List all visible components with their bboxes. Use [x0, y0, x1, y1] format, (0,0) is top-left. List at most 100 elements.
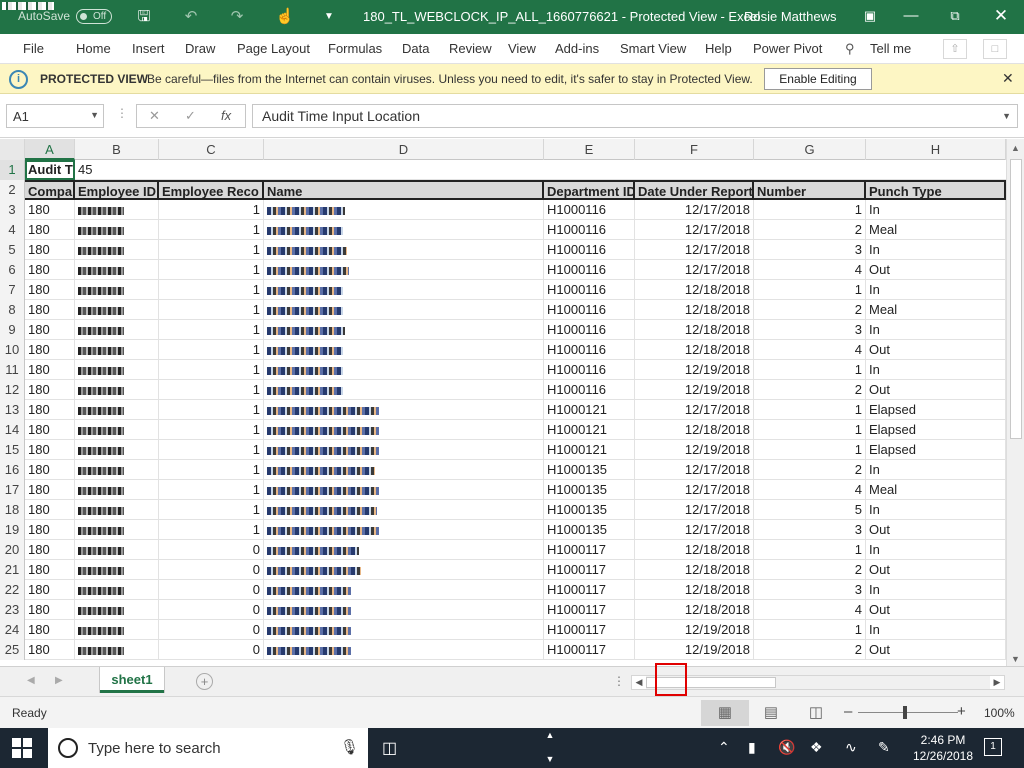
cell-department-id[interactable]: H1000116 [544, 360, 635, 380]
cell-company[interactable]: 180 [25, 580, 75, 600]
cell-date[interactable]: 12/18/2018 [635, 280, 754, 300]
cell-company[interactable]: 180 [25, 280, 75, 300]
cell-employee-record[interactable]: 0 [159, 640, 264, 660]
show-hidden-icons-icon[interactable]: ⌃ [718, 739, 730, 756]
cell-punch-type[interactable]: Out [866, 260, 1006, 280]
cell-punch-type[interactable]: Meal [866, 300, 1006, 320]
column-header-c[interactable]: C [159, 139, 264, 160]
cell-employee-id[interactable] [75, 640, 159, 660]
cell-employee-record[interactable]: 1 [159, 440, 264, 460]
cell-company[interactable]: 180 [25, 260, 75, 280]
cell-number[interactable]: 3 [754, 320, 866, 340]
prev-sheet-icon[interactable]: ◀ [27, 675, 35, 686]
scroll-up-icon[interactable]: ▲ [1011, 143, 1020, 153]
cell-employee-record[interactable]: 1 [159, 260, 264, 280]
cell-number[interactable]: 2 [754, 560, 866, 580]
tab-review[interactable]: Review [449, 41, 492, 56]
cell-company[interactable]: 180 [25, 220, 75, 240]
cell-name[interactable] [264, 580, 544, 600]
cell-punch-type[interactable]: Out [866, 380, 1006, 400]
comments-icon[interactable]: □ [983, 39, 1007, 59]
row-header[interactable]: 12 [0, 380, 25, 400]
cell-number[interactable]: 1 [754, 540, 866, 560]
cell-number[interactable]: 2 [754, 380, 866, 400]
cell-date[interactable]: 12/18/2018 [635, 340, 754, 360]
row-header[interactable]: 9 [0, 320, 25, 340]
cell-number[interactable]: 5 [754, 500, 866, 520]
search-icon[interactable]: ⚲ [845, 41, 855, 57]
tab-file[interactable]: File [23, 41, 44, 56]
cell-date[interactable]: 12/17/2018 [635, 240, 754, 260]
cell-a1[interactable]: Audit T [25, 160, 75, 180]
cell-employee-id[interactable] [75, 500, 159, 520]
cell-department-id[interactable]: H1000117 [544, 640, 635, 660]
cell-number[interactable]: 2 [754, 640, 866, 660]
cell-company[interactable]: 180 [25, 640, 75, 660]
cell-department-id[interactable]: H1000117 [544, 600, 635, 620]
cell-number[interactable]: 1 [754, 200, 866, 220]
cell-number[interactable]: 1 [754, 620, 866, 640]
cell-employee-record[interactable]: 1 [159, 460, 264, 480]
windows-start-icon[interactable] [12, 738, 32, 758]
cell-company[interactable]: 180 [25, 540, 75, 560]
row-header[interactable]: 21 [0, 560, 25, 580]
cell-date[interactable]: 12/19/2018 [635, 620, 754, 640]
cell-name[interactable] [264, 560, 544, 580]
cell-employee-record[interactable]: 1 [159, 500, 264, 520]
cell-employee-id[interactable] [75, 480, 159, 500]
row-header[interactable]: 15 [0, 440, 25, 460]
add-sheet-icon[interactable]: + [196, 673, 213, 690]
cell-date[interactable]: 12/19/2018 [635, 440, 754, 460]
cell-employee-id[interactable] [75, 280, 159, 300]
cell-employee-record[interactable]: 1 [159, 200, 264, 220]
wifi-icon[interactable]: ∿ [845, 739, 857, 756]
cell-employee-id[interactable] [75, 320, 159, 340]
cell-name[interactable] [264, 520, 544, 540]
cell-punch-type[interactable]: In [866, 320, 1006, 340]
cell-punch-type[interactable]: In [866, 620, 1006, 640]
cell-date[interactable]: 12/19/2018 [635, 640, 754, 660]
column-header-e[interactable]: E [544, 139, 635, 160]
scroll-left-icon[interactable]: ◀ [632, 676, 646, 689]
row-header[interactable]: 17 [0, 480, 25, 500]
cell-company[interactable]: 180 [25, 380, 75, 400]
row-header[interactable]: 23 [0, 600, 25, 620]
column-header-b[interactable]: B [75, 139, 159, 160]
cell-name[interactable] [264, 440, 544, 460]
cell-punch-type[interactable]: Meal [866, 480, 1006, 500]
cell-department-id[interactable]: H1000117 [544, 540, 635, 560]
cell-number[interactable]: 1 [754, 360, 866, 380]
tab-page-layout[interactable]: Page Layout [237, 41, 310, 56]
cell-department-id[interactable]: H1000116 [544, 200, 635, 220]
taskbar-scroll[interactable]: ▲ ▼ [543, 728, 557, 768]
tab-formulas[interactable]: Formulas [328, 41, 382, 56]
cell-employee-record[interactable]: 0 [159, 620, 264, 640]
cell-date[interactable]: 12/18/2018 [635, 320, 754, 340]
cell-date[interactable]: 12/18/2018 [635, 560, 754, 580]
volume-muted-icon[interactable]: 🔇 [778, 739, 795, 756]
cell-employee-id[interactable] [75, 620, 159, 640]
cell-employee-id[interactable] [75, 240, 159, 260]
cell-name[interactable] [264, 240, 544, 260]
cell-department-id[interactable]: H1000116 [544, 300, 635, 320]
cell-company[interactable]: 180 [25, 340, 75, 360]
cell-employee-record[interactable]: 0 [159, 560, 264, 580]
tab-data[interactable]: Data [402, 41, 429, 56]
cell-punch-type[interactable]: In [866, 500, 1006, 520]
row-header[interactable]: 10 [0, 340, 25, 360]
scroll-thumb[interactable] [1010, 159, 1022, 439]
next-sheet-icon[interactable]: ▶ [55, 675, 63, 686]
undo-icon[interactable]: ↶ [181, 8, 201, 26]
row-header[interactable]: 4 [0, 220, 25, 240]
cell-company[interactable]: 180 [25, 460, 75, 480]
cell-name[interactable] [264, 640, 544, 660]
row-header[interactable]: 7 [0, 280, 25, 300]
cell-name[interactable] [264, 400, 544, 420]
cell-employee-id[interactable] [75, 580, 159, 600]
pen-icon[interactable]: ✎ [878, 739, 890, 756]
cell-name[interactable] [264, 280, 544, 300]
cell-department-id[interactable]: H1000135 [544, 520, 635, 540]
column-header-d[interactable]: D [264, 139, 544, 160]
cell-number[interactable]: 3 [754, 240, 866, 260]
cell-employee-id[interactable] [75, 560, 159, 580]
